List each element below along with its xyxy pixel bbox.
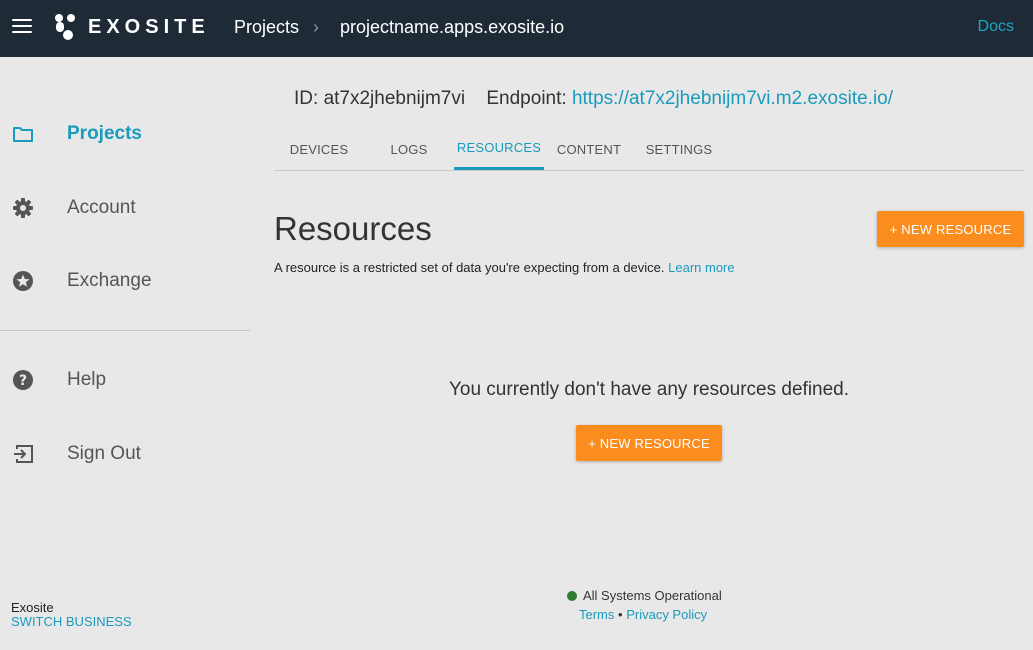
help-icon: ? xyxy=(12,369,34,391)
breadcrumb-project-name: projectname.apps.exosite.io xyxy=(340,17,565,37)
sidebar-item-help[interactable]: ? Help xyxy=(0,360,250,400)
terms-link[interactable]: Terms xyxy=(579,607,614,622)
status-dot-icon xyxy=(567,590,577,601)
sidebar-item-label: Projects xyxy=(67,123,142,144)
star-badge-icon xyxy=(12,270,34,292)
sidebar-item-label: Exchange xyxy=(67,270,152,291)
sidebar-item-account[interactable]: Account xyxy=(0,188,250,228)
status-text: All Systems Operational xyxy=(583,588,722,603)
tab-logs[interactable]: LOGS xyxy=(374,128,444,170)
tab-resources[interactable]: RESOURCES xyxy=(454,128,544,170)
project-tabs: DEVICES LOGS RESOURCES CONTENT SETTINGS xyxy=(274,128,1024,171)
sidebar-item-projects[interactable]: Projects xyxy=(0,114,250,154)
brand-name: EXOSITE xyxy=(88,15,210,38)
logo[interactable]: EXOSITE xyxy=(54,13,210,41)
folder-icon xyxy=(12,123,34,145)
svg-text:?: ? xyxy=(19,373,27,389)
id-label: ID: xyxy=(294,88,319,109)
learn-more-link[interactable]: Learn more xyxy=(668,260,734,275)
menu-icon[interactable] xyxy=(12,19,32,35)
sidebar-item-exchange[interactable]: Exchange xyxy=(0,261,250,301)
endpoint-label: Endpoint: xyxy=(486,88,567,109)
business-name: Exosite xyxy=(11,600,54,615)
empty-state-message: You currently don't have any resources d… xyxy=(448,379,850,400)
footer-separator: • xyxy=(618,607,623,622)
project-info: ID: at7x2jhebnijm7vi Endpoint: https://a… xyxy=(294,88,893,110)
gear-icon xyxy=(12,197,34,219)
id-value: at7x2jhebnijm7vi xyxy=(323,88,466,109)
tab-content[interactable]: CONTENT xyxy=(549,128,629,170)
sidebar: Projects Account Exchange ? Help Sign Ou… xyxy=(0,57,250,650)
tab-settings[interactable]: SETTINGS xyxy=(639,128,719,170)
top-bar: EXOSITE Projects › projectname.apps.exos… xyxy=(0,0,1033,57)
page-title: Resources xyxy=(274,210,432,247)
exosite-logo-icon xyxy=(55,14,75,40)
endpoint-link[interactable]: https://at7x2jhebnijm7vi.m2.exosite.io/ xyxy=(572,88,893,109)
page-description: A resource is a restricted set of data y… xyxy=(274,260,735,275)
sidebar-item-label: Account xyxy=(67,197,136,218)
switch-business-link[interactable]: SWITCH BUSINESS xyxy=(11,614,132,629)
footer-links: Terms • Privacy Policy xyxy=(579,607,707,622)
breadcrumb-separator: › xyxy=(313,17,319,37)
sign-out-icon xyxy=(12,443,34,465)
sidebar-item-label: Sign Out xyxy=(67,443,141,464)
sidebar-item-sign-out[interactable]: Sign Out xyxy=(0,434,250,474)
tab-devices[interactable]: DEVICES xyxy=(274,128,364,170)
privacy-policy-link[interactable]: Privacy Policy xyxy=(626,607,707,622)
docs-link[interactable]: Docs xyxy=(978,18,1014,36)
new-resource-button-empty[interactable]: + NEW RESOURCE xyxy=(576,425,722,461)
sidebar-divider xyxy=(0,330,250,331)
new-resource-button[interactable]: + NEW RESOURCE xyxy=(877,211,1024,247)
breadcrumb-projects[interactable]: Projects xyxy=(234,17,299,38)
system-status[interactable]: All Systems Operational xyxy=(567,588,722,603)
sidebar-item-label: Help xyxy=(67,369,107,390)
description-text: A resource is a restricted set of data y… xyxy=(274,260,665,275)
